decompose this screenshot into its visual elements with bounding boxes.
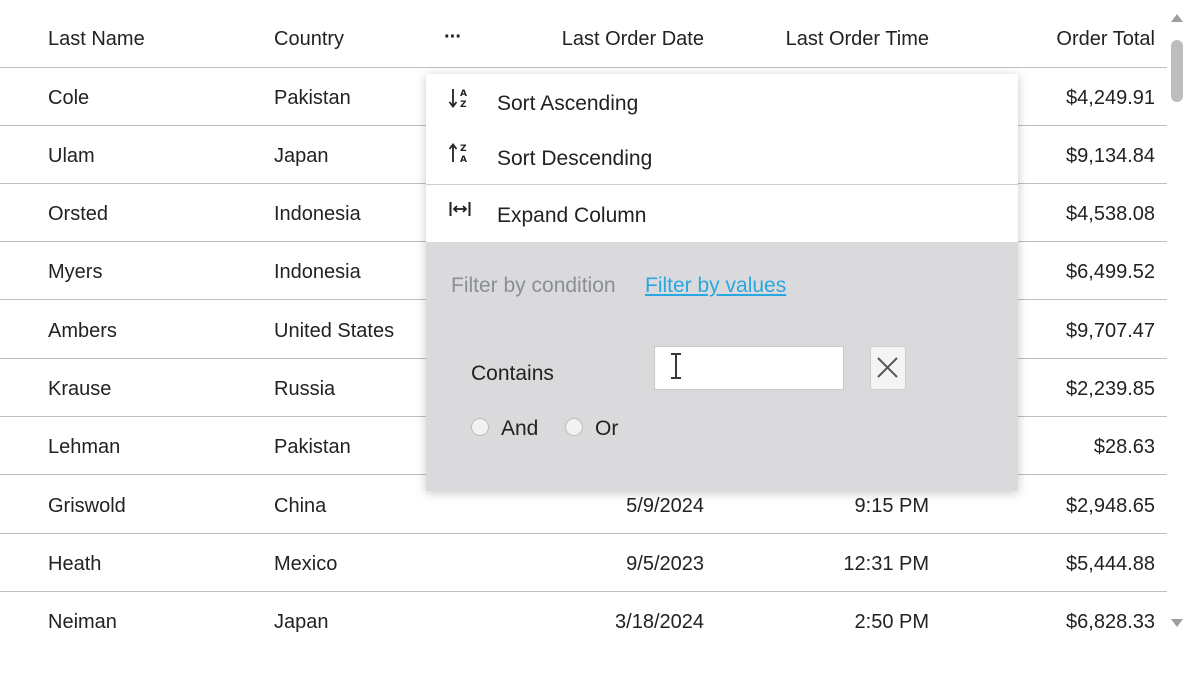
cell-order-total: $2,948.65 bbox=[1066, 495, 1155, 517]
cell-order-total: $2,239.85 bbox=[1066, 378, 1155, 400]
header-row: Last Name Country ··· Last Order Date La… bbox=[0, 10, 1167, 68]
svg-text:A: A bbox=[460, 155, 467, 165]
table-row[interactable]: Heath Mexico 9/5/2023 12:31 PM $5,444.88 bbox=[0, 534, 1167, 592]
cell-country: Mexico bbox=[274, 553, 338, 575]
cell-last-name: Ulam bbox=[48, 145, 95, 167]
cell-country: Japan bbox=[274, 611, 329, 633]
cell-last-name: Heath bbox=[48, 553, 102, 575]
cell-country: United States bbox=[274, 320, 395, 342]
cell-country: China bbox=[274, 495, 327, 517]
cell-last-name: Lehman bbox=[48, 436, 121, 458]
cell-country: Indonesia bbox=[274, 203, 361, 225]
radio-or-label[interactable]: Or bbox=[595, 418, 618, 440]
radio-and[interactable] bbox=[471, 418, 489, 436]
expand-column-label: Expand Column bbox=[497, 204, 647, 227]
cell-order-total: $5,444.88 bbox=[1066, 553, 1155, 575]
cell-last-name: Cole bbox=[48, 87, 90, 109]
cell-last-order-time: 9:15 PM bbox=[854, 495, 929, 517]
text-cursor-icon bbox=[669, 352, 683, 380]
cell-order-total: $4,538.08 bbox=[1066, 203, 1155, 225]
menu-item-expand-column[interactable]: Expand Column bbox=[426, 186, 1018, 242]
expand-horizontal-icon bbox=[448, 198, 474, 224]
menu-item-sort-descending[interactable]: Z A Sort Descending bbox=[426, 129, 1018, 185]
cell-last-name: Ambers bbox=[48, 320, 117, 342]
cell-country: Pakistan bbox=[274, 436, 351, 458]
svg-text:A: A bbox=[460, 89, 467, 99]
cell-last-name: Orsted bbox=[48, 203, 109, 225]
cell-last-order-time: 2:50 PM bbox=[854, 611, 929, 633]
menu-item-sort-ascending[interactable]: A Z Sort Ascending bbox=[426, 74, 1018, 130]
svg-text:Z: Z bbox=[460, 144, 467, 154]
cell-last-name: Griswold bbox=[48, 495, 126, 517]
table-row[interactable]: Neiman Japan 3/18/2024 2:50 PM $6,828.33 bbox=[0, 592, 1167, 649]
header-last-order-date[interactable]: Last Order Date bbox=[562, 29, 704, 49]
tab-filter-by-condition[interactable]: Filter by condition bbox=[451, 274, 616, 298]
header-last-name[interactable]: Last Name bbox=[48, 29, 145, 49]
radio-and-label[interactable]: And bbox=[501, 418, 538, 440]
header-order-total[interactable]: Order Total bbox=[1056, 29, 1155, 49]
header-last-order-time[interactable]: Last Order Time bbox=[786, 29, 929, 49]
sort-az-down-icon: A Z bbox=[448, 86, 474, 112]
scroll-down-arrow-icon[interactable] bbox=[1171, 619, 1183, 627]
menu-divider bbox=[426, 184, 1018, 185]
clear-filter-button[interactable] bbox=[870, 346, 906, 390]
cell-country: Indonesia bbox=[274, 261, 361, 283]
cell-order-total: $6,499.52 bbox=[1066, 261, 1155, 283]
cell-last-name: Neiman bbox=[48, 611, 117, 633]
cell-last-name: Myers bbox=[48, 261, 103, 283]
cell-last-order-date: 3/18/2024 bbox=[615, 611, 704, 633]
radio-or[interactable] bbox=[565, 418, 583, 436]
scroll-thumb[interactable] bbox=[1171, 40, 1183, 102]
column-menu-popup: A Z Sort Ascending Z A Sort Descending E… bbox=[426, 74, 1018, 491]
cell-order-total: $9,707.47 bbox=[1066, 320, 1155, 342]
cell-country: Japan bbox=[274, 145, 329, 167]
sort-za-up-icon: Z A bbox=[448, 141, 474, 167]
cell-order-total: $4,249.91 bbox=[1066, 87, 1155, 109]
cell-last-order-time: 12:31 PM bbox=[843, 553, 929, 575]
column-menu-more-icon[interactable]: ··· bbox=[444, 26, 462, 49]
cell-order-total: $28.63 bbox=[1093, 436, 1155, 458]
sort-descending-label: Sort Descending bbox=[497, 147, 653, 170]
header-country[interactable]: Country bbox=[274, 29, 344, 49]
cell-country: Pakistan bbox=[274, 87, 351, 109]
cell-order-total: $9,134.84 bbox=[1066, 145, 1155, 167]
scroll-up-arrow-icon[interactable] bbox=[1171, 14, 1183, 22]
vertical-scrollbar[interactable] bbox=[1168, 0, 1186, 640]
cell-country: Russia bbox=[274, 378, 336, 400]
cell-order-total: $6,828.33 bbox=[1066, 611, 1155, 633]
filter-panel: Filter by condition Filter by values Con… bbox=[426, 242, 1018, 491]
condition-operator-label[interactable]: Contains bbox=[471, 362, 554, 386]
tab-filter-by-values[interactable]: Filter by values bbox=[645, 274, 786, 298]
svg-text:Z: Z bbox=[460, 100, 467, 110]
cell-last-name: Krause bbox=[48, 378, 112, 400]
close-icon bbox=[877, 357, 898, 378]
cell-last-order-date: 5/9/2024 bbox=[626, 495, 704, 517]
cell-last-order-date: 9/5/2023 bbox=[626, 553, 704, 575]
sort-ascending-label: Sort Ascending bbox=[497, 92, 639, 115]
